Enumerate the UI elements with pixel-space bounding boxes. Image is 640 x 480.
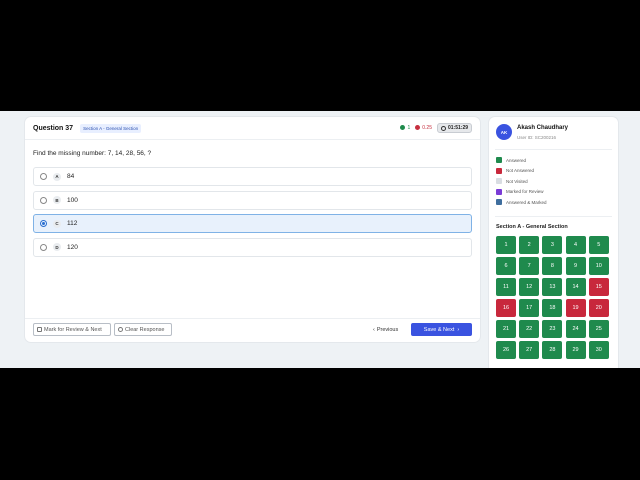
check-icon bbox=[400, 125, 406, 131]
question-number-button[interactable]: 15 bbox=[588, 278, 609, 296]
legend-label: Answered bbox=[506, 157, 527, 163]
question-number-button[interactable]: 3 bbox=[542, 236, 563, 254]
legend-swatch bbox=[496, 188, 502, 195]
legend-label: Not Answered bbox=[506, 168, 535, 174]
user-name: Akash Chaudhary bbox=[517, 125, 569, 131]
question-number-button[interactable]: 16 bbox=[496, 299, 516, 317]
question-text: Find the missing number: 7, 14, 28, 56, … bbox=[33, 150, 152, 157]
question-stats: 1 0.25 01:51:29 bbox=[400, 123, 472, 133]
radio-button[interactable] bbox=[40, 243, 47, 251]
section-title: Section A - General Section bbox=[496, 224, 568, 230]
legend-label: Not Visited bbox=[506, 178, 528, 184]
legend-swatch bbox=[496, 178, 502, 185]
question-number-button[interactable]: 13 bbox=[542, 278, 563, 296]
option-c[interactable]: C 112 bbox=[33, 214, 472, 233]
question-number-button[interactable]: 2 bbox=[519, 236, 540, 254]
option-d[interactable]: D 120 bbox=[33, 237, 472, 257]
question-number-button[interactable]: 23 bbox=[542, 320, 563, 338]
question-number-button[interactable]: 1 bbox=[496, 236, 516, 254]
option-value: 84 bbox=[67, 173, 75, 180]
question-number-button[interactable]: 12 bbox=[519, 278, 540, 296]
radio-button[interactable] bbox=[40, 196, 47, 204]
previous-button[interactable]: ‹ Previous bbox=[370, 323, 401, 336]
option-value: 112 bbox=[67, 220, 78, 227]
option-value: 100 bbox=[67, 196, 78, 204]
status-legend: Answered Not Answered Not Visited Marked fo… bbox=[496, 155, 547, 208]
question-number-button[interactable]: 17 bbox=[519, 299, 540, 317]
question-number-button[interactable]: 9 bbox=[565, 257, 586, 275]
clock-icon bbox=[440, 125, 446, 131]
question-number-button[interactable]: 19 bbox=[565, 299, 586, 317]
timer: 01:51:29 bbox=[436, 123, 472, 133]
radio-button[interactable] bbox=[40, 220, 47, 227]
divider bbox=[495, 216, 612, 217]
question-number-button[interactable]: 11 bbox=[496, 278, 516, 296]
question-number-button[interactable]: 18 bbox=[542, 299, 563, 317]
question-palette: 1 2 3 4 5 6 7 8 9 10 11 12 13 14 15 16 17 18 19 20 21 22 23 24 2… bbox=[496, 236, 612, 359]
question-title: Question 37 bbox=[33, 124, 74, 132]
question-number-button[interactable]: 14 bbox=[565, 278, 586, 296]
legend-item: Marked for Review bbox=[496, 187, 547, 198]
legend-item: Answered bbox=[496, 155, 547, 166]
question-number-button[interactable]: 28 bbox=[542, 341, 563, 359]
question-number-button[interactable]: 4 bbox=[565, 236, 586, 254]
mark-review-button[interactable]: Mark for Review & Next bbox=[33, 323, 111, 336]
option-a[interactable]: A 84 bbox=[33, 167, 472, 186]
option-letter: B bbox=[53, 196, 61, 204]
divider bbox=[495, 149, 612, 150]
legend-swatch bbox=[496, 167, 502, 174]
question-number-button[interactable]: 22 bbox=[519, 320, 540, 338]
radio-selected-dot bbox=[41, 221, 46, 226]
question-number-button[interactable]: 10 bbox=[588, 257, 609, 275]
legend-item: Answered & Marked bbox=[496, 197, 547, 208]
question-number-button[interactable]: 8 bbox=[542, 257, 563, 275]
legend-swatch bbox=[496, 157, 502, 164]
options-list: A 84 B 100 C 112 D 120 bbox=[33, 167, 472, 261]
section-badge: Section A - General Section bbox=[80, 123, 142, 133]
avatar: AK bbox=[496, 124, 512, 140]
chevron-left-icon: ‹ bbox=[373, 326, 375, 333]
option-letter: A bbox=[53, 172, 61, 181]
legend-swatch bbox=[496, 199, 502, 206]
question-number-button[interactable]: 24 bbox=[565, 320, 586, 338]
clear-response-button[interactable]: Clear Response bbox=[114, 323, 172, 336]
radio-button[interactable] bbox=[40, 173, 47, 180]
minus-icon bbox=[415, 125, 421, 131]
chevron-right-icon: › bbox=[457, 326, 460, 333]
option-letter: D bbox=[53, 243, 61, 251]
legend-label: Marked for Review bbox=[506, 189, 544, 195]
legend-item: Not Answered bbox=[496, 166, 547, 177]
divider bbox=[25, 318, 480, 319]
clear-icon bbox=[118, 327, 123, 332]
question-number-button[interactable]: 5 bbox=[588, 236, 609, 254]
question-number-button[interactable]: 27 bbox=[519, 341, 540, 359]
question-header: Question 37 Section A - General Section … bbox=[33, 117, 472, 139]
user-id: User ID: SC200216 bbox=[517, 135, 557, 140]
question-number-button[interactable]: 29 bbox=[565, 341, 586, 359]
exam-viewport: Question 37 Section A - General Section … bbox=[0, 111, 640, 368]
positive-marks: 1 bbox=[400, 125, 410, 131]
divider bbox=[25, 139, 480, 140]
question-number-button[interactable]: 20 bbox=[588, 299, 609, 317]
option-b[interactable]: B 100 bbox=[33, 190, 472, 210]
legend-label: Answered & Marked bbox=[506, 199, 547, 205]
save-next-button[interactable]: Save & Next › bbox=[411, 323, 472, 336]
question-number-button[interactable]: 21 bbox=[496, 320, 516, 338]
option-letter: C bbox=[53, 219, 61, 228]
question-number-button[interactable]: 26 bbox=[496, 341, 516, 359]
bookmark-icon bbox=[37, 327, 42, 332]
negative-marks: 0.25 bbox=[415, 125, 432, 131]
option-value: 120 bbox=[67, 243, 78, 251]
question-number-button[interactable]: 25 bbox=[588, 320, 609, 338]
question-number-button[interactable]: 7 bbox=[519, 257, 540, 275]
side-panel: AK Akash Chaudhary User ID: SC200216 Ans… bbox=[489, 117, 618, 368]
question-number-button[interactable]: 30 bbox=[588, 341, 609, 359]
legend-item: Not Visited bbox=[496, 176, 547, 187]
question-card: Question 37 Section A - General Section … bbox=[25, 117, 480, 342]
question-number-button[interactable]: 6 bbox=[496, 257, 516, 275]
